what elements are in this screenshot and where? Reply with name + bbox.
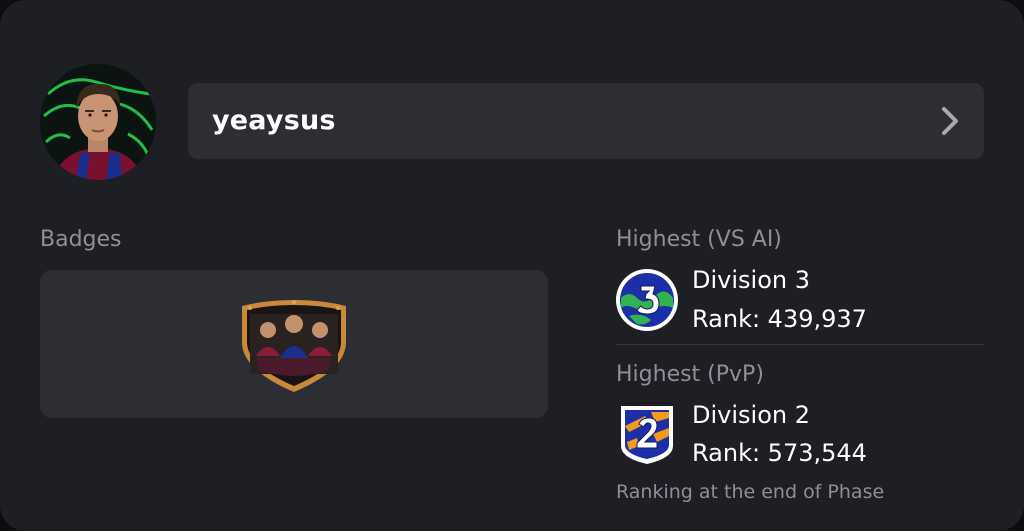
vs-ai-division: Division 3 xyxy=(692,266,810,294)
highest-pvp-label: Highest (PvP) xyxy=(616,362,764,387)
badges-label: Badges xyxy=(40,227,122,252)
ranking-footnote: Ranking at the end of Phase xyxy=(616,481,885,503)
pvp-division: Division 2 xyxy=(692,401,810,429)
division-3-vs-ai-icon xyxy=(616,269,678,331)
badges-panel xyxy=(40,270,548,418)
chevron-right-icon xyxy=(942,107,958,135)
vs-ai-rank: Rank: 439,937 xyxy=(692,305,867,333)
avatar[interactable] xyxy=(40,64,156,180)
highest-vs-ai-label: Highest (VS AI) xyxy=(616,227,782,252)
division-2-pvp-icon xyxy=(621,406,673,464)
club-crest-badge-icon[interactable] xyxy=(236,296,352,394)
username: yeaysus xyxy=(212,105,336,136)
username-button[interactable]: yeaysus xyxy=(188,83,984,159)
pvp-rank: Rank: 573,544 xyxy=(692,439,867,467)
profile-card: yeaysus Badges Highest (VS AI) Division … xyxy=(0,0,1024,531)
player-portrait-icon xyxy=(40,64,156,180)
divider xyxy=(616,344,984,345)
